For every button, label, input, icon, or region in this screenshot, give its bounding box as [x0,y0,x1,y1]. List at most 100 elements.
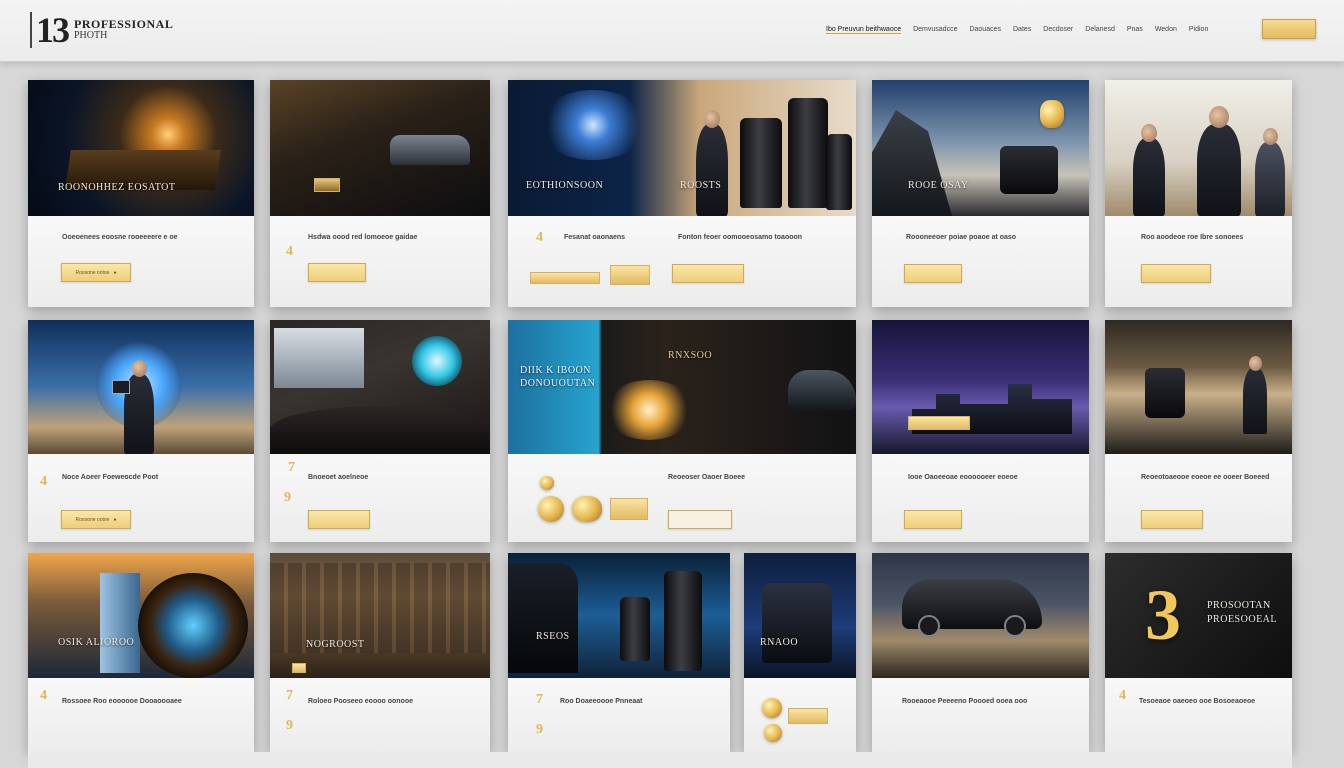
card-image-title: ROOE OSAY [908,180,969,191]
car-shape [390,135,470,165]
card-cta-button[interactable] [1141,510,1203,529]
card-title: Fesanat oaonaens [564,234,626,241]
camera-shape [1145,368,1185,418]
template-card[interactable]: DIIK K IBOON DONOUOUTAN RNXSOO Reoeoser … [508,320,856,542]
template-card[interactable]: RNAOO [744,553,856,752]
floor-shape [270,406,490,454]
logo-line-2: PHOTH [74,30,108,41]
card-preview-image [270,320,490,454]
nav-item-4[interactable]: Dates [1013,26,1031,34]
car-wheel [1004,615,1026,637]
card-preview-image: EOTHIONSOON ROOSTS [508,80,856,216]
card-body [744,678,856,752]
gold-number-icon: 4 [536,230,543,245]
header-cta-button[interactable] [1262,19,1316,39]
card-body: 4 Noce Aoeer Foeweocde Poot Roosone ooto… [28,454,254,542]
template-card[interactable]: 7 9 Bnoeoet aoelneoe [270,320,490,542]
gold-badge-shape [314,178,340,192]
template-card[interactable]: OSIK ALIOROO 4 Rossoee Roo eoooooe Dooao… [28,553,254,752]
card-cta-button[interactable] [672,264,744,283]
card-body: 4 Tesoeaoe oaeoeo ooe Bosoeaoeoe [1105,678,1292,752]
template-card[interactable]: ROOE OSAY Roooneeoer poiae poaoe at oaso [872,80,1089,307]
nav-item-6[interactable]: Delanesd [1085,26,1115,34]
nav-item-9[interactable]: Pidion [1189,26,1208,34]
template-card[interactable]: RSEOS 7 9 Roo Doaeeoooe Pnneaat [508,553,730,752]
light-flare [538,90,648,160]
card-cta-button[interactable] [1141,264,1211,283]
lens-barrel-3 [826,134,852,210]
car-shape [788,370,856,410]
vehicle-shape [508,563,578,673]
card-cta-button[interactable]: Roosone ootoe ● [61,263,131,282]
card-image-title: NOGROOST [306,639,365,650]
card-body: Ooeoenees eoosne rooeeeere e oe Roosone … [28,216,254,307]
main-nav: Ibo Preuvun beithwaoce Demvusadcce Daoua… [826,26,1208,34]
template-card[interactable]: 4 Noce Aoeer Foeweocde Poot Roosone ooto… [28,320,254,542]
nav-item-1[interactable]: Ibo Preuvun beithwaoce [826,26,902,34]
gold-coin [538,496,564,522]
nav-item-8[interactable]: Wedon [1155,26,1177,34]
gold-number-icon: 7 [288,460,295,475]
card-preview-image: 3 PROSOOTAN PROESOOEAL [1105,553,1292,678]
card-title: Rooeaooe Peeeeno Poooed ooea ooo [902,698,1028,705]
gold-coin [764,724,782,742]
card-preview-image [872,553,1089,678]
card-preview-image [1105,80,1292,216]
person-head [1263,128,1278,145]
bottom-shelf [28,752,1292,768]
card-title: Roo aoodeoe roe Ibre sonoees [1141,234,1244,241]
person-head [704,110,720,128]
template-card[interactable]: Roo aoodeoe roe Ibre sonoees [1105,80,1292,307]
gold-number-badge: 3 [1145,575,1181,655]
gold-bar-decoration [610,498,648,520]
template-card[interactable]: EOTHIONSOON ROOSTS 4 Fesanat oaonaens Fo… [508,80,856,307]
card-body: Rooeaooe Peeeeno Poooed ooea ooo [872,678,1089,752]
template-card[interactable]: Iooe Oaoeeoae eoooooeer eoeoe [872,320,1089,542]
card-body: Iooe Oaoeeoae eoooooeer eoeoe [872,454,1089,542]
card-cta-button[interactable] [308,510,370,529]
card-body: 4 Hsdwa oood red lomoeoe gaidae [270,216,490,307]
template-card[interactable]: ROONOHHEZ EOSATOT Ooeoenees eoosne rooee… [28,80,254,307]
card-title: Roo Doaeeoooe Pnneaat [560,698,643,705]
person-head [1249,356,1262,371]
person-figure [1255,142,1285,216]
tablet-shape [112,380,130,394]
building-shape [100,573,140,673]
template-card[interactable]: Rooeaooe Peeeeno Poooed ooea ooo [872,553,1089,752]
card-title: Hsdwa oood red lomoeoe gaidae [308,234,418,241]
card-cta-button[interactable] [308,263,366,282]
gold-coin [762,698,782,718]
site-logo[interactable]: 13 PROFESSIONAL PHOTH [30,10,181,50]
card-title: Rossoee Roo eoooooe Dooaoooaee [62,698,182,705]
card-preview-image: NOGROOST [270,553,490,678]
glowing-orb [412,336,462,386]
template-card[interactable]: 4 Hsdwa oood red lomoeoe gaidae [270,80,490,307]
card-cta-button[interactable] [668,510,732,529]
lens-barrel-1 [664,571,702,671]
nav-item-7[interactable]: Pnas [1127,26,1143,34]
card-preview-image [28,320,254,454]
person-head [1209,106,1229,128]
camera-shape [1000,146,1058,194]
lens-ring [138,573,248,678]
vehicle-shape [762,583,832,663]
person-figure [1197,124,1241,216]
template-card[interactable]: 3 PROSOOTAN PROESOOEAL 4 Tesoeaoe oaeoeo… [1105,553,1292,752]
card-cta-button[interactable] [904,264,962,283]
card-image-title: EOTHIONSOON [526,180,604,191]
template-card[interactable]: Reoeotoaeooe eoeoe ee ooeer Boeeed [1105,320,1292,542]
nav-item-3[interactable]: Daouaces [969,26,1001,34]
card-title: Tesoeaoe oaeoeo ooe Bosoeaoeoe [1139,698,1256,705]
card-cta-button[interactable]: Roosone ootoe ● [61,510,131,529]
template-card[interactable]: NOGROOST 7 9 Roloeo Pooseeo eoooo oonooe [270,553,490,752]
nav-item-2[interactable]: Demvusadcce [913,26,957,34]
card-title: Iooe Oaoeeoae eoooooeer eoeoe [908,474,1018,481]
mountain-shape [872,110,952,216]
card-preview-image: DIIK K IBOON DONOUOUTAN RNXSOO [508,320,856,454]
card-body: Reoeoser Oaoer Boeee [508,454,856,542]
card-cta-button[interactable] [904,510,962,529]
gold-number-icon: 9 [286,718,293,733]
card-title: Ooeoenees eoosne rooeeeere e oe [62,234,178,241]
nav-item-5[interactable]: Decdoser [1043,26,1073,34]
card-title-2: Fonton feoer oomooeosamo toaooon [678,234,803,241]
